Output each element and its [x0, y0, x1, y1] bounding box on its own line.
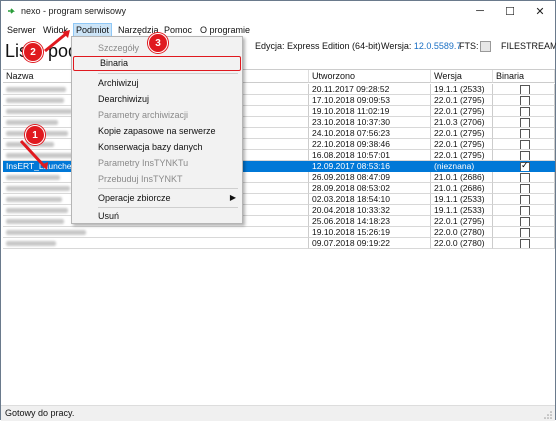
annotation-badge-1: 1 [25, 125, 45, 145]
annotation-arrows [19, 30, 70, 170]
annotation-arrow-2 [44, 31, 68, 53]
annotation-badge-2: 2 [23, 42, 43, 62]
annotation-badge-3: 3 [148, 33, 168, 53]
main-window: nexo - program serwisowy ─ ☐ ✕ Serwer Wi… [0, 0, 556, 421]
